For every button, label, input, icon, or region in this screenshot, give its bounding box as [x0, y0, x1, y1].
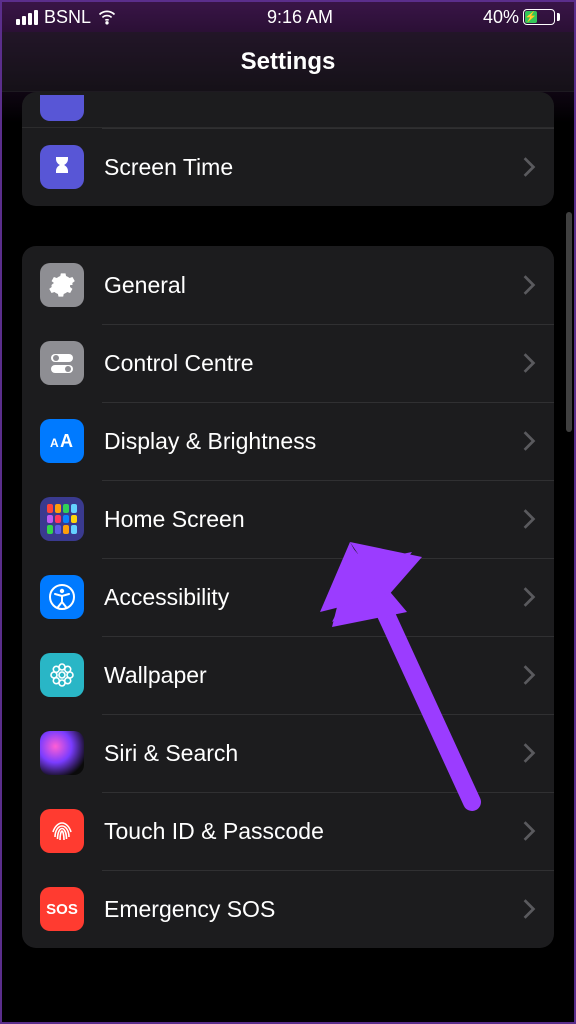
row-screen-time[interactable]: Screen Time — [22, 128, 554, 206]
status-left: BSNL — [16, 7, 117, 28]
row-label: Display & Brightness — [104, 428, 522, 455]
row-accessibility[interactable]: Accessibility — [22, 558, 554, 636]
row-home-screen[interactable]: Home Screen — [22, 480, 554, 558]
toggles-icon — [40, 341, 84, 385]
chevron-right-icon — [522, 664, 536, 686]
status-time: 9:16 AM — [267, 7, 333, 28]
text-size-icon: AA — [40, 419, 84, 463]
flower-icon — [40, 653, 84, 697]
scrollbar-thumb[interactable] — [566, 212, 572, 432]
chevron-right-icon — [522, 508, 536, 530]
chevron-right-icon — [522, 898, 536, 920]
settings-group-2: General Control Centre AA Display & Brig… — [22, 246, 554, 948]
svg-text:A: A — [50, 436, 59, 450]
row-control-centre[interactable]: Control Centre — [22, 324, 554, 402]
sos-badge-text: SOS — [46, 901, 78, 918]
page-header: Settings — [2, 32, 574, 92]
wifi-icon — [97, 7, 117, 27]
gear-icon — [40, 263, 84, 307]
row-siri-search[interactable]: Siri & Search — [22, 714, 554, 792]
chevron-right-icon — [522, 820, 536, 842]
row-wallpaper[interactable]: Wallpaper — [22, 636, 554, 714]
fingerprint-icon — [40, 809, 84, 853]
battery-percent: 40% — [483, 7, 519, 28]
row-label: Emergency SOS — [104, 896, 522, 923]
home-grid-icon — [40, 497, 84, 541]
chevron-right-icon — [522, 742, 536, 764]
signal-icon — [16, 10, 38, 25]
privacy-icon — [40, 95, 84, 121]
row-label: Screen Time — [104, 154, 522, 181]
row-label: General — [104, 272, 522, 299]
chevron-right-icon — [522, 430, 536, 452]
status-right: 40% ⚡ — [483, 7, 560, 28]
row-touch-id[interactable]: Touch ID & Passcode — [22, 792, 554, 870]
chevron-right-icon — [522, 352, 536, 374]
row-label: Touch ID & Passcode — [104, 818, 522, 845]
row-label: Siri & Search — [104, 740, 522, 767]
chevron-right-icon — [522, 586, 536, 608]
page-title: Settings — [241, 48, 336, 76]
accessibility-icon — [40, 575, 84, 619]
settings-group-1: Screen Time — [22, 92, 554, 206]
row-label: Wallpaper — [104, 662, 522, 689]
chevron-right-icon — [522, 156, 536, 178]
settings-list[interactable]: Screen Time General Control Centre AA Di… — [2, 92, 574, 1022]
row-label: Control Centre — [104, 350, 522, 377]
row-general[interactable]: General — [22, 246, 554, 324]
row-emergency-sos[interactable]: SOS Emergency SOS — [22, 870, 554, 948]
chevron-right-icon — [522, 274, 536, 296]
svg-text:A: A — [60, 431, 73, 451]
hourglass-icon — [40, 145, 84, 189]
siri-icon — [40, 731, 84, 775]
carrier-label: BSNL — [44, 7, 91, 28]
sos-icon: SOS — [40, 887, 84, 931]
row-label: Accessibility — [104, 584, 522, 611]
list-item-partial[interactable] — [22, 92, 554, 128]
row-display-brightness[interactable]: AA Display & Brightness — [22, 402, 554, 480]
status-bar: BSNL 9:16 AM 40% ⚡ — [2, 2, 574, 32]
row-label: Home Screen — [104, 506, 522, 533]
battery-icon: ⚡ — [523, 9, 560, 25]
